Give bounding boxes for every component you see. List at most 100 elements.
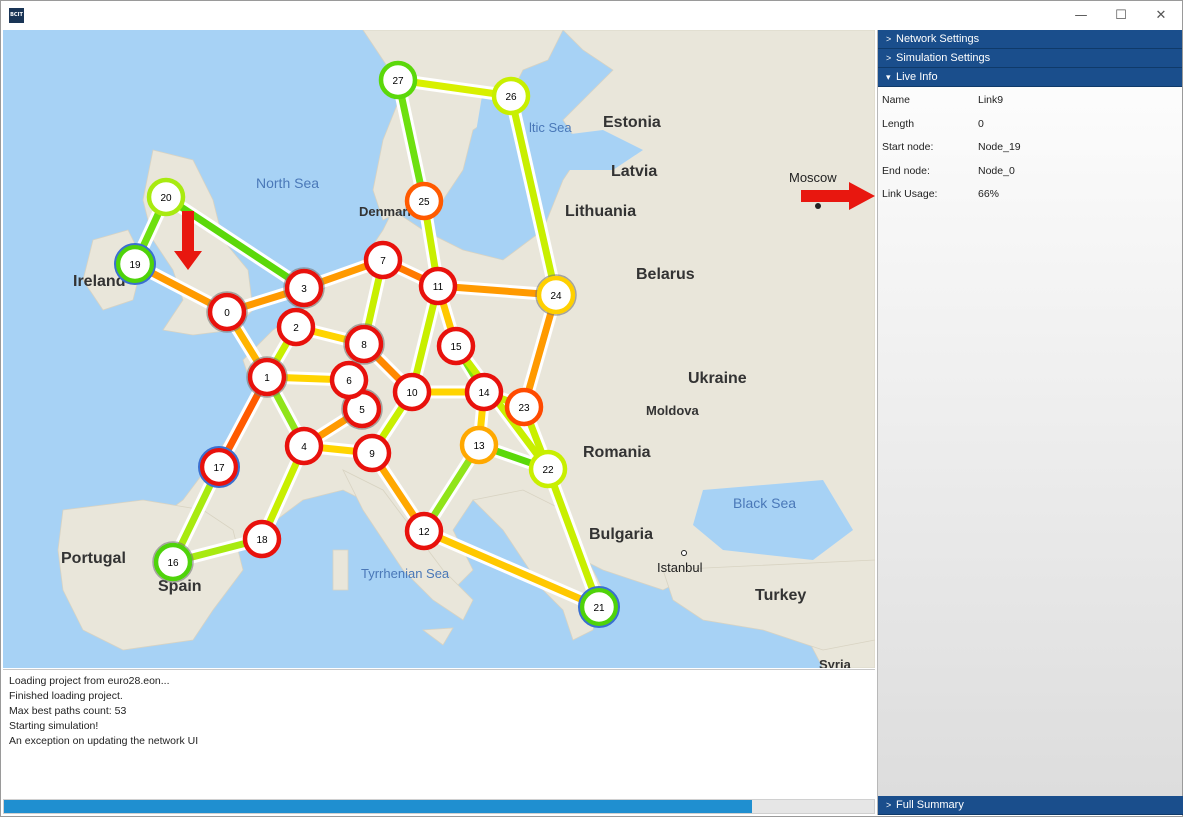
svg-text:9: 9 — [369, 449, 375, 460]
log-line: Finished loading project. — [9, 690, 123, 702]
info-key: Link Usage: — [882, 188, 938, 200]
moscow-marker-icon — [815, 203, 821, 209]
network-node[interactable]: 26 — [491, 76, 531, 116]
map-label-portugal: Portugal — [61, 550, 126, 567]
svg-text:27: 27 — [392, 76, 404, 87]
map-label-north-sea: North Sea — [256, 175, 319, 191]
svg-text:2: 2 — [293, 323, 299, 334]
network-node[interactable]: 2 — [276, 307, 316, 347]
svg-text:23: 23 — [518, 403, 530, 414]
side-panel: > Network Settings > Simulation Settings ▾… — [877, 30, 1183, 815]
svg-text:18: 18 — [256, 535, 268, 546]
network-node[interactable]: 23 — [504, 387, 544, 427]
network-node[interactable]: 24 — [535, 274, 577, 316]
maximize-button[interactable]: ☐ — [1101, 1, 1141, 30]
simulation-progress-bar — [3, 799, 875, 814]
network-node[interactable]: 18 — [242, 519, 282, 559]
simulation-settings-header[interactable]: > Simulation Settings — [878, 49, 1182, 68]
network-node[interactable]: 10 — [392, 372, 432, 412]
map-label-baltic-sea: ltic Sea — [529, 120, 572, 135]
svg-text:22: 22 — [542, 465, 554, 476]
svg-text:16: 16 — [167, 558, 179, 569]
svg-text:21: 21 — [593, 603, 605, 614]
svg-text:7: 7 — [380, 256, 386, 267]
full-summary-header[interactable]: > Full Summary — [878, 796, 1183, 815]
full-summary-label: Full Summary — [896, 799, 964, 811]
istanbul-marker-icon — [681, 550, 687, 556]
network-node[interactable]: 25 — [404, 181, 444, 221]
map-label-belarus: Belarus — [636, 266, 695, 283]
network-node[interactable]: 11 — [418, 266, 458, 306]
network-node[interactable]: 3 — [283, 267, 325, 309]
map-label-tyrrhenian-sea: Tyrrhenian Sea — [361, 566, 450, 581]
network-node[interactable]: 27 — [378, 60, 418, 100]
network-node[interactable]: 20 — [146, 177, 186, 217]
svg-text:0: 0 — [224, 308, 230, 319]
network-map[interactable]: North Sea Denmark Ireland Estonia Latvia… — [3, 30, 875, 668]
map-label-istanbul: Istanbul — [657, 560, 703, 575]
minimize-button[interactable]: — — [1061, 1, 1101, 30]
network-node[interactable]: 16 — [152, 541, 194, 583]
network-node[interactable]: 13 — [459, 425, 499, 465]
map-label-moscow: Moscow — [789, 170, 837, 185]
map-label-moldova: Moldova — [646, 403, 699, 418]
network-node[interactable]: 7 — [363, 240, 403, 280]
network-node[interactable]: 9 — [352, 433, 392, 473]
svg-text:26: 26 — [505, 92, 517, 103]
map-label-romania: Romania — [583, 444, 651, 461]
map-label-ukraine: Ukraine — [688, 370, 747, 387]
network-node[interactable]: 14 — [464, 372, 504, 412]
svg-text:10: 10 — [406, 388, 418, 399]
chevron-down-icon: ▾ — [886, 72, 891, 82]
info-value: Node_0 — [978, 164, 1015, 177]
info-key: Length — [882, 117, 915, 130]
log-output: Loading project from euro28.eon... Finis… — [3, 669, 875, 797]
info-row-length: Length 0 — [878, 111, 1182, 135]
info-row-end-node: End node: Node_0 — [878, 158, 1182, 182]
network-node[interactable]: 15 — [436, 326, 476, 366]
log-line: Loading project from euro28.eon... — [9, 675, 170, 687]
network-node[interactable]: 6 — [329, 360, 369, 400]
live-info-header[interactable]: ▾ Live Info — [878, 68, 1182, 87]
info-value: 0 — [978, 117, 984, 130]
info-row-start-node: Start node: Node_19 — [878, 134, 1182, 158]
map-label-bulgaria: Bulgaria — [589, 526, 653, 543]
network-node[interactable]: 8 — [343, 323, 385, 365]
info-value: Link9 — [978, 94, 1004, 106]
network-settings-header[interactable]: > Network Settings — [878, 30, 1182, 49]
network-node[interactable]: 21 — [578, 586, 620, 628]
simulation-settings-label: Simulation Settings — [896, 52, 991, 64]
info-value: Node_19 — [978, 141, 1021, 153]
svg-text:6: 6 — [346, 376, 352, 387]
svg-text:3: 3 — [301, 284, 307, 295]
live-info-label: Live Info — [896, 71, 938, 83]
map-label-syria: Syria — [819, 657, 852, 668]
network-node[interactable]: 1 — [246, 356, 288, 398]
close-button[interactable]: ✕ — [1141, 1, 1181, 30]
info-key: Start node: — [882, 141, 934, 153]
map-label-lithuania: Lithuania — [565, 203, 636, 220]
app-icon: BCIT — [9, 8, 24, 23]
app-window: BCIT — ☐ ✕ North Sea Denmark Ireland Est… — [0, 0, 1183, 817]
map-label-turkey: Turkey — [755, 587, 806, 604]
svg-text:4: 4 — [301, 442, 307, 453]
chevron-right-icon: > — [886, 53, 892, 63]
map-label-estonia: Estonia — [603, 114, 661, 131]
log-line: Max best paths count: 53 — [9, 705, 127, 717]
chevron-right-icon: > — [886, 800, 892, 810]
network-node[interactable]: 12 — [404, 511, 444, 551]
live-info-table: Name Link9 Length 0 Start node: Node_19 End… — [878, 87, 1182, 205]
info-key: Name — [882, 94, 911, 106]
network-node[interactable]: 22 — [528, 449, 568, 489]
info-value: 66% — [978, 188, 1000, 200]
svg-text:8: 8 — [361, 340, 367, 351]
info-row-link-usage: Link Usage: 66% — [878, 181, 1182, 205]
svg-text:13: 13 — [473, 441, 485, 452]
network-node[interactable]: 19 — [114, 243, 156, 285]
log-line: Starting simulation! — [9, 720, 99, 732]
map-label-black-sea: Black Sea — [733, 495, 796, 511]
network-node[interactable]: 4 — [284, 426, 324, 466]
network-node[interactable]: 17 — [198, 446, 240, 488]
network-node[interactable]: 0 — [206, 291, 248, 333]
svg-text:14: 14 — [478, 388, 490, 399]
